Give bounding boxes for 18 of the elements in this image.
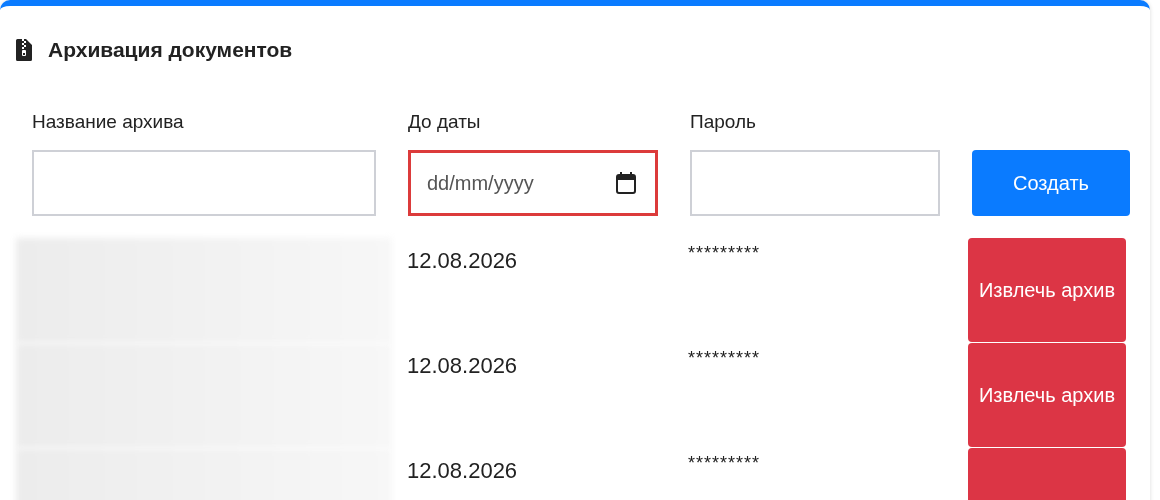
name-field[interactable] xyxy=(32,150,376,216)
archive-password: ********* xyxy=(688,452,762,475)
extract-button[interactable]: Извлечь архив xyxy=(968,343,1126,447)
archive-date: 12.08.2026 xyxy=(407,247,519,275)
calendar-icon[interactable] xyxy=(616,172,636,194)
archive-date: 12.08.2026 xyxy=(407,457,519,485)
create-button[interactable]: Создать xyxy=(972,150,1130,216)
extract-button[interactable]: Извлечь архив xyxy=(968,238,1126,342)
field-label: До даты xyxy=(408,109,482,134)
date-field[interactable]: dd/mm/yyyy xyxy=(408,150,658,216)
archive-password: ********* xyxy=(688,347,762,370)
field-label: Пароль xyxy=(690,109,757,134)
zip-file-icon xyxy=(16,38,32,61)
archive-password: ********* xyxy=(688,242,762,265)
card-title: Архивация документов xyxy=(48,37,293,63)
field-label: Название архива xyxy=(32,109,185,134)
archive-date: 12.08.2026 xyxy=(407,352,519,380)
password-field[interactable] xyxy=(690,150,940,216)
